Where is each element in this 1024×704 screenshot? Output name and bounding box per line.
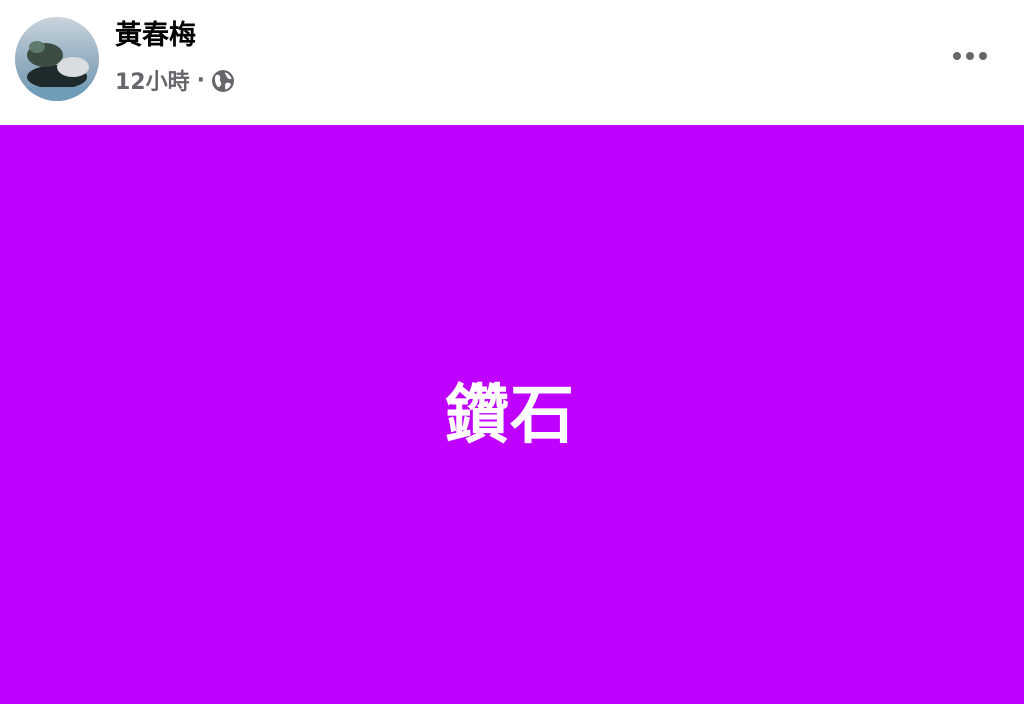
post-card: 黃春梅 12小時 · 鑽石 (0, 0, 1024, 704)
more-options-button[interactable] (946, 36, 994, 76)
post-text: 鑽石 (445, 378, 575, 453)
post-header: 黃春梅 12小時 · (0, 0, 1024, 125)
meta-separator: · (196, 67, 205, 93)
post-timestamp[interactable]: 12小時 (115, 64, 190, 96)
author-avatar[interactable] (15, 17, 99, 101)
author-name[interactable]: 黃春梅 (115, 18, 196, 54)
post-background[interactable]: 鑽石 (0, 125, 1024, 704)
more-options-icon (953, 52, 987, 60)
avatar-image (15, 17, 99, 101)
post-meta: 12小時 · (115, 64, 235, 96)
globe-icon[interactable] (211, 69, 235, 93)
